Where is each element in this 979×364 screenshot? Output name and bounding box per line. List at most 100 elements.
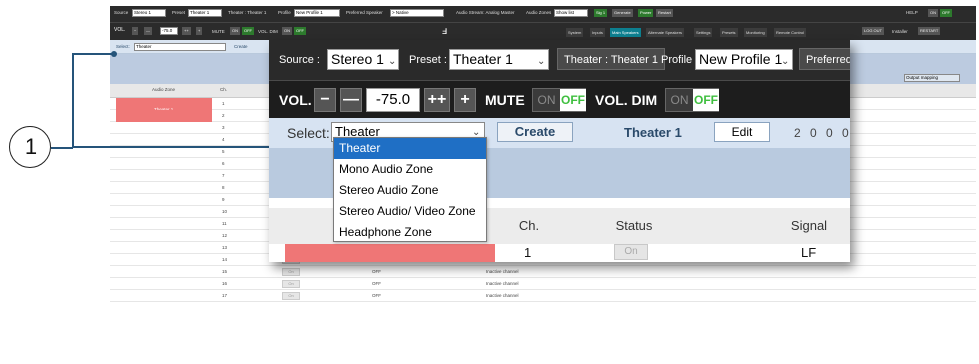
mini-tab-system[interactable]: System [566, 28, 584, 37]
mini-profile-label: Profile [278, 10, 291, 15]
mini-output-mapping-button[interactable]: Output mapping [904, 74, 960, 82]
mini-tab-alternate-speakers[interactable]: Alternate Speakers [646, 28, 685, 37]
figure-stage: Source Stereo 1 Preset Theater 1 Theater… [0, 0, 979, 364]
source-select-value: Stereo 1 [331, 51, 384, 67]
mini-help-off[interactable]: OFF [940, 9, 952, 17]
dropdown-option-stereo-audio-video-zone[interactable]: Stereo Audio/ Video Zone [334, 201, 486, 222]
dropdown-option-theater[interactable]: Theater [334, 138, 486, 159]
edit-button[interactable]: Edit [714, 122, 770, 142]
volume-plus-button[interactable]: + [454, 88, 476, 112]
mini-audio-zones-select[interactable]: Show list [554, 9, 588, 17]
mini-logout-button[interactable]: LOG OUT [862, 27, 885, 35]
voldim-on-option[interactable]: ON [666, 89, 693, 111]
mini-table-row: 16 On OFF Inactive channel [110, 278, 976, 290]
mini-sig-button[interactable]: Sig 1 [594, 9, 608, 17]
chevron-down-icon: ⌄ [388, 56, 397, 67]
mini-ch-value: 13 [222, 245, 228, 250]
mini-help-on[interactable]: ON [928, 9, 938, 17]
row-ch-value: 1 [524, 245, 532, 260]
volume-minus-button[interactable]: − [314, 88, 336, 112]
zone-counters: 2 0 0 0 [794, 126, 850, 140]
volume-double-plus-button[interactable]: ++ [424, 88, 450, 112]
mini-vol-double-plus[interactable]: ++ [182, 27, 191, 35]
mini-vol-value[interactable]: -75.0 [160, 27, 178, 35]
mini-vol-minus[interactable]: − [132, 27, 139, 35]
volume-double-minus-button[interactable]: — [340, 88, 362, 112]
mini-create-button[interactable]: Create [234, 44, 248, 49]
mini-tab-monitoring[interactable]: Monitoring [744, 28, 767, 37]
chevron-down-icon: ⌄ [537, 56, 546, 67]
zone-name: Theater 1 [624, 125, 682, 140]
theater-button[interactable]: Theater : Theater 1 [557, 48, 665, 70]
mini-ch-value: 7 [222, 173, 225, 178]
mini-ch-value: 9 [222, 197, 225, 202]
mini-preferred-select[interactable]: > Native [390, 9, 444, 17]
mini-vol-double-minus[interactable]: — [144, 27, 152, 35]
preferred-button[interactable]: Preferred U [799, 48, 850, 70]
callout-vertical-line [72, 53, 74, 148]
mute-toggle[interactable]: ON OFF [532, 88, 586, 112]
mini-logo-icon: ⅎ [442, 25, 448, 37]
source-select[interactable]: Stereo 1 ⌄ [327, 49, 399, 70]
mini-profile-select[interactable]: New Profile 1 [294, 9, 340, 17]
mini-tab-settings[interactable]: Settings [694, 28, 713, 37]
zone-dropdown-list: Theater Mono Audio Zone Stereo Audio Zon… [333, 137, 487, 242]
mini-preferred-label: Preferred Speaker [346, 10, 383, 15]
mini-mute-off[interactable]: OFF [242, 27, 254, 35]
mini-tab-remote-control[interactable]: Remote Control [774, 28, 807, 37]
mini-inactive-value: Inactive channel [486, 293, 519, 298]
mini-voldim-off[interactable]: OFF [294, 27, 306, 35]
mini-ch-value: 17 [222, 293, 228, 298]
mini-off-value: OFF [372, 269, 381, 274]
mini-ch-value: 15 [222, 269, 228, 274]
channel-on-button[interactable]: On [614, 244, 648, 260]
volume-value-field[interactable]: -75.0 [366, 88, 420, 112]
mini-tab-inputs[interactable]: Inputs [590, 28, 605, 37]
mini-preset-select[interactable]: Theater 1 [188, 9, 222, 17]
source-label: Source : [279, 54, 320, 66]
mute-label: MUTE [485, 92, 525, 108]
mute-on-option[interactable]: ON [533, 89, 560, 111]
mini-power-button[interactable]: Power [638, 9, 654, 17]
mini-restart-button[interactable]: Restart [656, 9, 673, 17]
mini-ch-value: 11 [222, 221, 227, 226]
mini-on-button[interactable]: On [282, 292, 300, 300]
dropdown-option-headphone-zone[interactable]: Headphone Zone [334, 222, 486, 243]
mini-mute-on[interactable]: ON [230, 27, 240, 35]
callout-marker: 1 [9, 126, 51, 168]
callout-top-dot [111, 51, 117, 57]
mini-voldim-on[interactable]: ON [282, 27, 292, 35]
mini-tab-presets[interactable]: Presets [720, 28, 738, 37]
mini-restart-right-button[interactable]: RESTART [918, 27, 941, 35]
col-ch: Ch. [518, 218, 540, 233]
mini-col-audio-zone: Audio Zone [152, 87, 176, 92]
mini-vol-plus[interactable]: + [196, 27, 203, 35]
mute-off-option[interactable]: OFF [560, 89, 586, 111]
voldim-off-option[interactable]: OFF [693, 89, 719, 111]
callout-stem [51, 147, 73, 149]
mini-zone-select[interactable]: Theater [134, 43, 226, 51]
voldim-label: VOL. DIM [595, 92, 658, 108]
mini-inactive-value: Inactive channel [486, 281, 519, 286]
mini-help-label[interactable]: HELP [906, 10, 918, 15]
mini-ch-value: 1 [222, 101, 225, 106]
mini-off-value: OFF [372, 293, 381, 298]
preset-select[interactable]: Theater 1 ⌄ [449, 49, 549, 70]
dropdown-option-stereo-audio-zone[interactable]: Stereo Audio Zone [334, 180, 486, 201]
create-button[interactable]: Create [497, 122, 573, 142]
profile-select-value: New Profile 1 [699, 51, 783, 67]
profile-select[interactable]: New Profile 1 ⌄ [695, 49, 793, 70]
callout-number: 1 [24, 134, 38, 159]
callout-top-line [72, 53, 114, 55]
mini-ch-value: 3 [222, 125, 225, 130]
mini-on-button[interactable]: On [282, 280, 300, 288]
dropdown-option-mono-audio-zone[interactable]: Mono Audio Zone [334, 159, 486, 180]
mini-tab-main-speakers[interactable]: Main Speakers [610, 28, 641, 37]
mini-generate-button[interactable]: Generate [612, 9, 633, 17]
voldim-toggle[interactable]: ON OFF [665, 88, 719, 112]
mini-volume-bar: VOL. − — -75.0 ++ + MUTE ON OFF VOL. DIM… [110, 22, 976, 40]
mini-header-bar: Source Stereo 1 Preset Theater 1 Theater… [110, 6, 976, 22]
mini-source-select[interactable]: Stereo 1 [132, 9, 166, 17]
mini-col-ch: Ch. [220, 87, 228, 92]
mini-on-button[interactable]: On [282, 268, 300, 276]
